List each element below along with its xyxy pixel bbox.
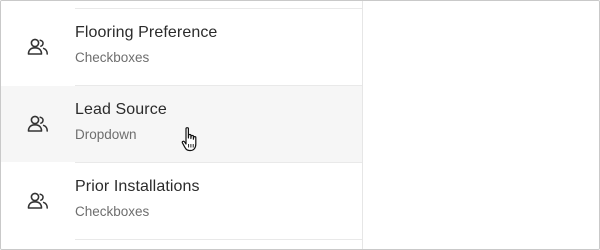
divider	[75, 239, 362, 240]
field-title: Prior Installations	[75, 178, 200, 195]
empty-content-area	[363, 1, 599, 249]
window-frame: Flooring Preference Checkboxes Lead Sour…	[0, 0, 600, 250]
contacts-icon	[27, 37, 49, 57]
field-type: Checkboxes	[75, 50, 150, 65]
field-title: Flooring Preference	[75, 24, 218, 41]
contacts-icon	[27, 191, 49, 211]
field-list: Flooring Preference Checkboxes Lead Sour…	[1, 1, 363, 249]
contacts-icon	[27, 114, 49, 134]
field-item-flooring-preference[interactable]: Flooring Preference Checkboxes	[1, 9, 362, 85]
field-title: Lead Source	[75, 101, 167, 118]
field-item-prior-installations[interactable]: Prior Installations Checkboxes	[1, 163, 362, 239]
field-item-lead-source[interactable]: Lead Source Dropdown	[1, 86, 362, 162]
field-type: Checkboxes	[75, 204, 150, 219]
field-type: Dropdown	[75, 127, 137, 142]
